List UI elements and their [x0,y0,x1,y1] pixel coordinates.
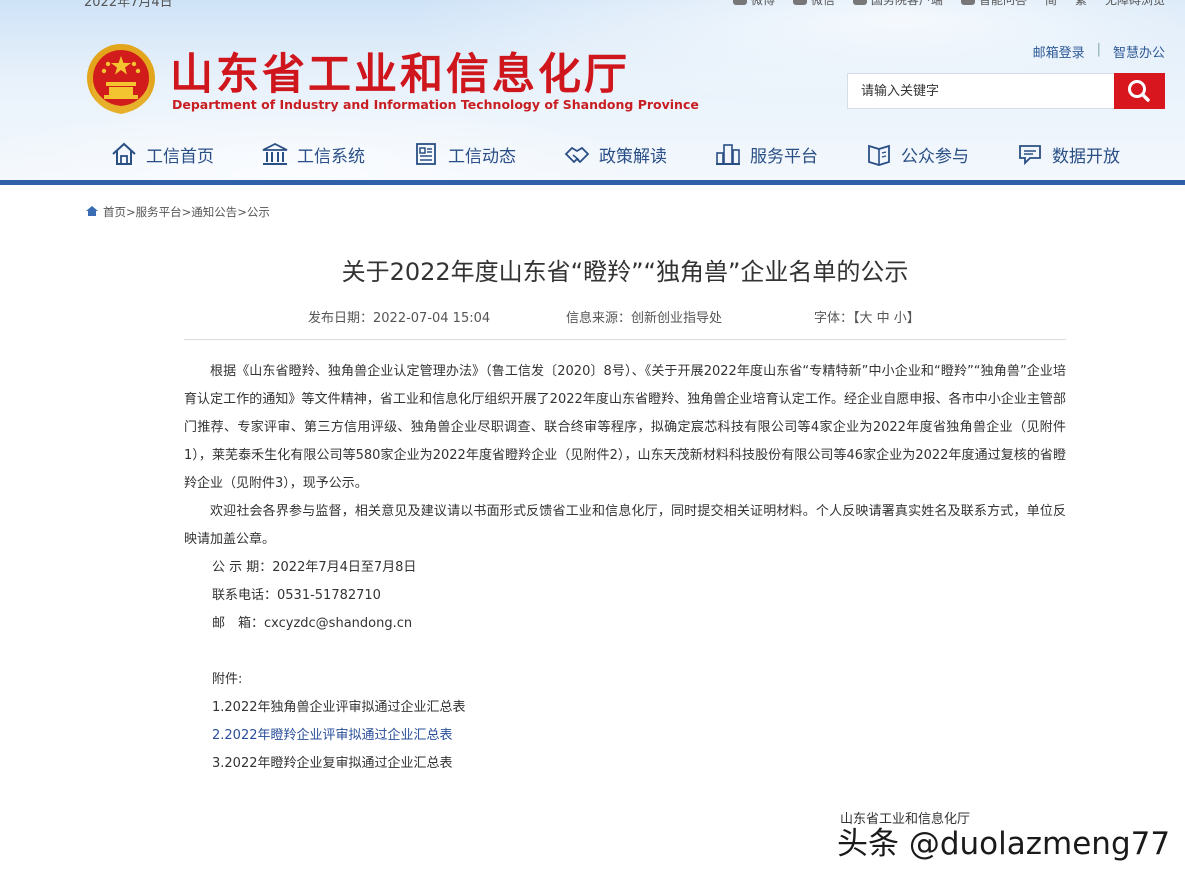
site-header: 2022年7月4日 微博 微信 国务院客户端 智能问答 简 繁 无障碍浏览 山东… [0,0,1185,185]
breadcrumb-path[interactable]: 首页>服务平台>通知公告>公示 [103,204,270,220]
home-icon [85,205,99,220]
paragraph: 根据《山东省瞪羚、独角兽企业认定管理办法》（鲁工信发〔2020〕8号）、《关于开… [184,364,1066,491]
nav-home[interactable]: 工信首页 [110,138,214,170]
site-name-cn: 山东省工业和信息化厅 [170,50,630,100]
top-bar: 2022年7月4日 微博 微信 国务院客户端 智能问答 简 繁 无障碍浏览 [0,0,1185,10]
attachment-link-3[interactable]: 3.2022年瞪羚企业复审拟通过企业汇总表 [184,750,1066,778]
top-date: 2022年7月4日 [84,0,173,10]
chat-icon [1019,145,1041,166]
nav-data[interactable]: 数据开放 [1016,138,1120,170]
nav-label: 工信系统 [297,146,365,167]
watermark: 头条 @duolazmeng77 [837,826,1171,862]
breadcrumb: 首页>服务平台>通知公告>公示 [85,204,270,220]
document-icon [416,143,436,165]
site-name-en: Department of Industry and Information T… [172,97,699,112]
attachments-label: 附件: [212,672,243,687]
contact-email: 邮 箱：cxcyzdc@shandong.cn [212,616,413,631]
paragraph: 欢迎社会各界参与监督，相关意见及建议请以书面形式反馈省工业和信息化厅，同时提交相… [184,504,1066,547]
search-box [847,73,1165,109]
top-link-qa[interactable]: 智能问答 [960,0,1027,8]
top-link-label: 智能问答 [978,0,1027,7]
top-link-accessibility[interactable]: 无障碍浏览 [1105,0,1165,8]
top-link-simplified[interactable]: 简 [1045,0,1057,8]
robot-icon [960,0,975,5]
top-link-weibo[interactable]: 微博 [732,0,775,8]
weibo-icon [732,0,747,5]
app-icon [852,0,867,5]
top-link-label: 微信 [810,0,835,7]
nav-service[interactable]: 服务平台 [714,138,818,170]
divider [184,339,1066,340]
book-icon [868,144,890,166]
nav-news[interactable]: 工信动态 [412,138,516,170]
handshake-icon [564,146,590,164]
search-button[interactable] [1114,73,1165,109]
nav-label: 政策解读 [599,146,667,167]
home-icon [112,142,136,165]
smart-office-link[interactable]: 智慧办公 [1113,42,1165,61]
nav-label: 数据开放 [1052,146,1120,167]
top-link-label: 微博 [750,0,775,7]
font-size-switch[interactable]: 字体：【大 中 小】 [814,307,920,326]
attachment-link-1[interactable]: 1.2022年独角兽企业评审拟通过企业汇总表 [184,694,1066,722]
nav-label: 工信首页 [146,146,214,167]
notice-period: 公 示 期：2022年7月4日至7月8日 [212,560,417,575]
user-links: 邮箱登录 | 智慧办公 [1033,42,1165,61]
search-icon [1128,80,1150,102]
nav-label: 公众参与 [901,146,969,167]
mail-login-link[interactable]: 邮箱登录 [1033,42,1085,61]
contact-phone: 联系电话：0531-51782710 [212,588,381,603]
city-icon [716,144,740,165]
nav-label: 服务平台 [750,146,818,167]
article-title: 关于2022年度山东省“瞪羚”“独角兽”企业名单的公示 [341,258,909,286]
nav-participation[interactable]: 公众参与 [865,138,969,170]
top-link-wechat[interactable]: 微信 [792,0,835,8]
building-icon [262,142,288,165]
info-source: 信息来源：创新创业指导处 [566,311,723,326]
nav-policy[interactable]: 政策解读 [563,138,667,170]
wechat-icon [792,0,807,5]
attachment-link-2[interactable]: 2.2022年瞪羚企业评审拟通过企业汇总表 [184,722,1066,750]
main-nav: 工信首页 工信系统 工信动态 政策解读 服务平台 公众参与 数据开放 [110,138,1120,170]
publish-date: 发布日期：2022-07-04 15:04 [308,311,491,326]
top-link-app[interactable]: 国务院客户端 [852,0,943,8]
top-link-traditional[interactable]: 繁 [1075,0,1087,8]
article-body: 根据《山东省瞪羚、独角兽企业认定管理办法》（鲁工信发〔2020〕8号）、《关于开… [184,358,1066,778]
national-emblem-icon [87,44,155,114]
nav-label: 工信动态 [448,146,516,167]
search-input[interactable] [848,74,1115,108]
header-divider [0,180,1185,185]
separator: | [1096,42,1101,57]
top-link-label: 国务院客户端 [870,0,943,7]
top-links: 微博 微信 国务院客户端 智能问答 简 繁 无障碍浏览 [732,0,1165,8]
nav-system[interactable]: 工信系统 [261,138,365,170]
